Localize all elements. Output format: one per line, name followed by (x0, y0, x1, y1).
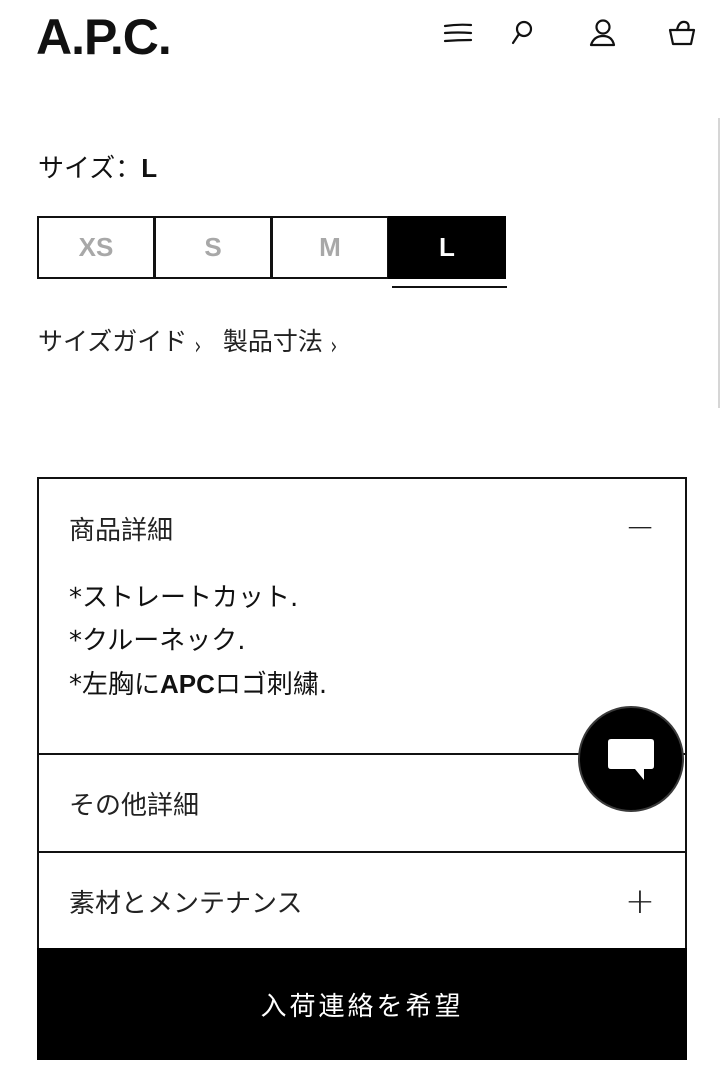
accordion-header-material[interactable]: 素材とメンテナンス (39, 853, 685, 949)
size-option-xs[interactable]: XS (37, 216, 155, 279)
accordion-item-material: 素材とメンテナンス + (39, 853, 685, 951)
selected-size-underline (392, 286, 507, 288)
detail-line: *左胸にAPCロゴ刺繍. (69, 663, 655, 707)
detail-line-post: ロゴ刺繍. (214, 670, 328, 700)
size-label: サイズ：L (38, 148, 157, 185)
menu-icon[interactable] (441, 18, 475, 48)
detail-line-pre: *左胸に (69, 670, 161, 700)
detail-line-brand: APC (160, 669, 215, 699)
search-icon[interactable] (505, 18, 539, 48)
expand-icon[interactable]: + (625, 881, 655, 922)
accordion-item-details: 商品詳細 − *ストレートカット. *クルーネック. *左胸にAPCロゴ刺繍. (39, 479, 685, 755)
accordion-title: その他詳細 (69, 790, 200, 821)
detail-line: *ストレートカット. (69, 583, 299, 613)
size-links: サイズガイド › 製品寸法 › (38, 322, 359, 360)
scrollbar-track (718, 118, 720, 408)
chevron-right-icon[interactable]: › (330, 332, 337, 360)
dimensions-link[interactable]: 製品寸法 (223, 322, 323, 358)
size-guide-link[interactable]: サイズガイド (38, 322, 187, 358)
accordion-title: 素材とメンテナンス (69, 888, 303, 919)
size-option-m[interactable]: M (271, 216, 389, 279)
collapse-icon[interactable]: − (625, 507, 655, 548)
account-icon[interactable] (585, 18, 619, 48)
notify-restock-button[interactable]: 入荷連絡を希望 (37, 948, 687, 1060)
chevron-right-icon[interactable]: › (195, 332, 202, 360)
size-option-s[interactable]: S (154, 216, 272, 279)
header: A.P.C. (0, 0, 724, 70)
selected-size-value: L (141, 153, 158, 183)
bag-icon[interactable] (665, 18, 699, 48)
chat-button[interactable] (578, 706, 684, 812)
accordion-title: 商品詳細 (69, 515, 174, 546)
product-accordion: 商品詳細 − *ストレートカット. *クルーネック. *左胸にAPCロゴ刺繍. … (37, 477, 687, 961)
logo[interactable]: A.P.C. (36, 8, 172, 66)
accordion-header-details[interactable]: 商品詳細 (39, 479, 685, 577)
size-label-text: サイズ： (38, 154, 142, 184)
chat-icon (608, 739, 654, 780)
size-option-l[interactable]: L (388, 216, 506, 279)
detail-line: *クルーネック. (69, 626, 246, 656)
size-options: XS S M L (37, 216, 506, 279)
